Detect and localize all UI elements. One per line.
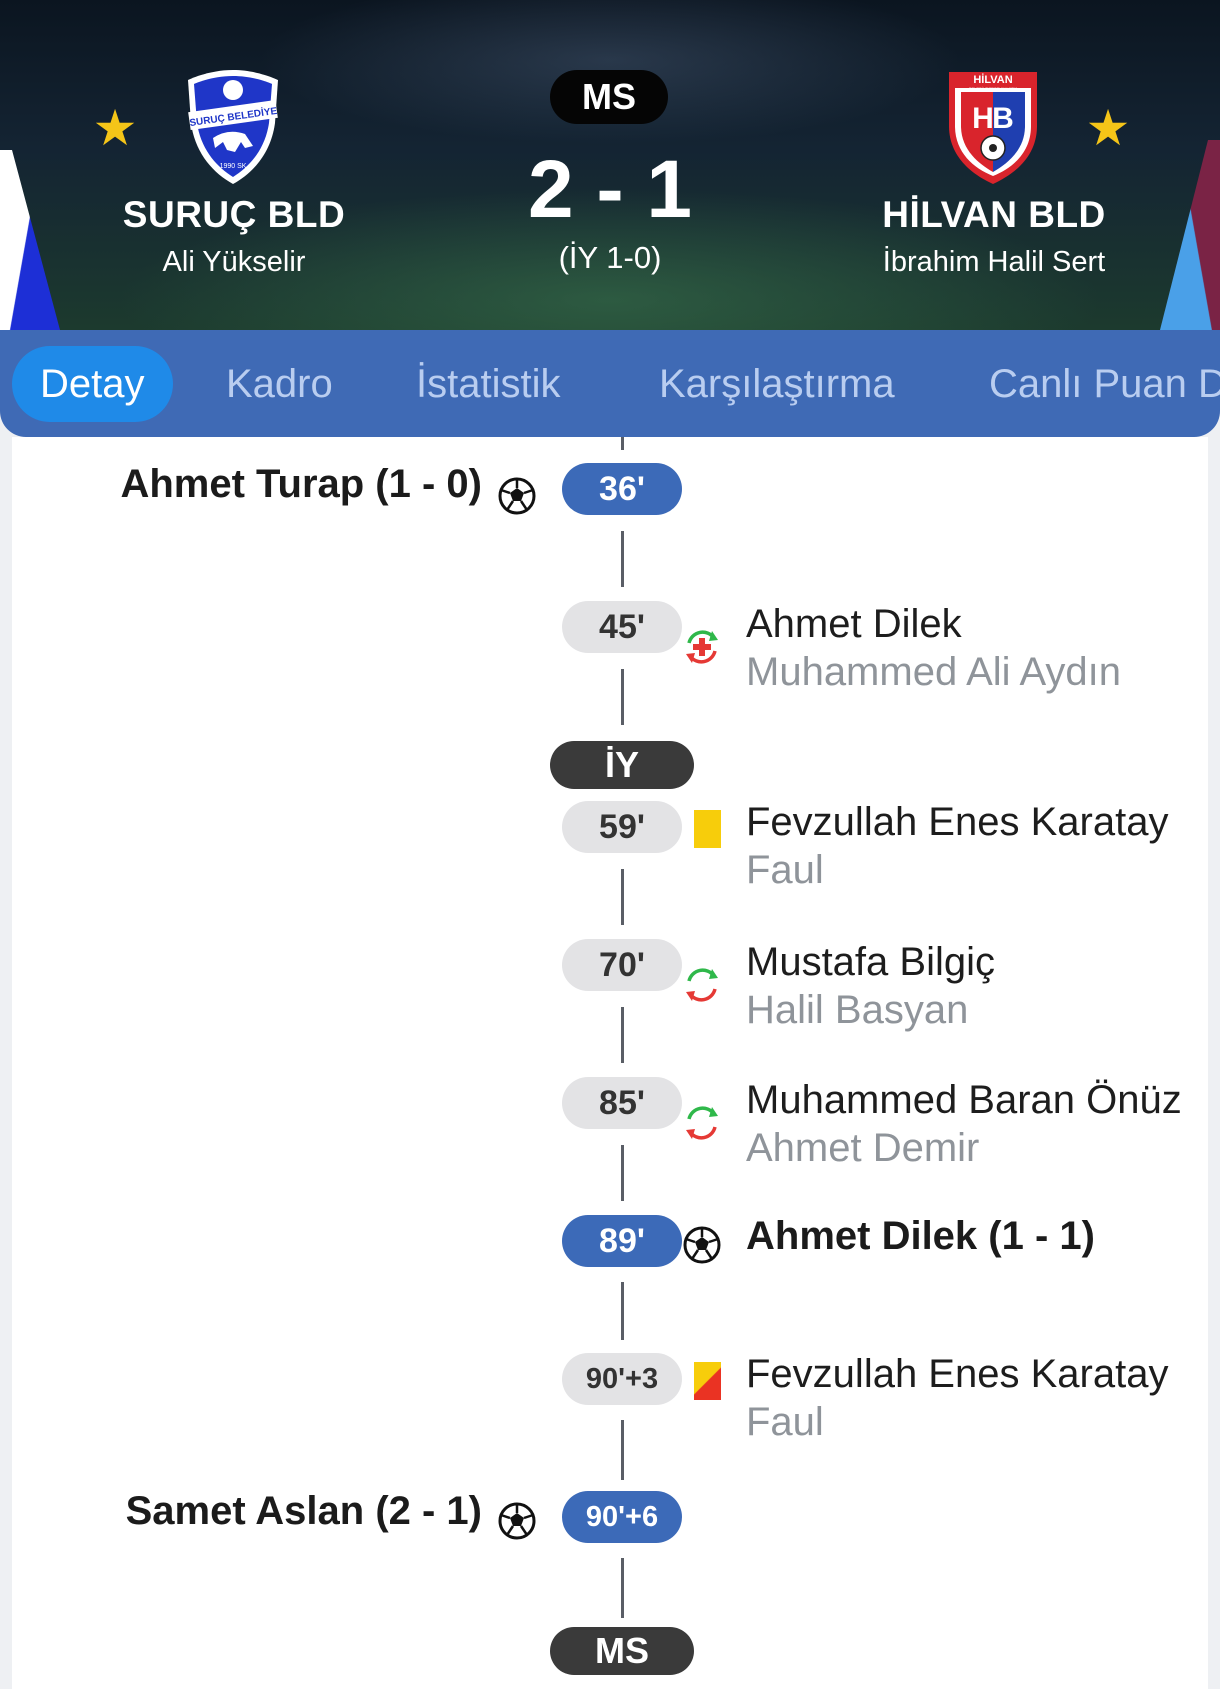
away-color-stripe	[1160, 140, 1220, 330]
home-color-stripe	[0, 150, 60, 330]
half-time-score: (İY 1-0)	[558, 240, 662, 275]
away-crest-sub: BELEDİYESPOR KULÜBÜ	[969, 86, 1017, 91]
card-reason: Faul	[746, 1400, 824, 1444]
home-crest-year: 1990 SK	[220, 163, 247, 170]
match-status-badge: MS	[550, 70, 668, 124]
event-minute: 90'+6	[562, 1491, 682, 1543]
away-coach-name: İbrahim Halil Sert	[882, 246, 1106, 278]
player-in-name[interactable]: Muhammed Baran Önüz	[746, 1078, 1182, 1123]
favorite-star-icon[interactable]: ★	[1083, 103, 1133, 153]
injury-substitution-icon	[686, 630, 718, 664]
tab-karsilastirma[interactable]: Karşılaştırma	[659, 346, 895, 422]
second-yellow-card-icon	[694, 1362, 721, 1400]
match-timeline: Ahmet Turap (1 - 0) 36' 45' Ahmet Dilek …	[12, 437, 1208, 1689]
timeline-connector	[621, 869, 624, 925]
substitution-icon	[686, 1106, 718, 1140]
event-minute: 70'	[562, 939, 682, 991]
soccer-ball-icon	[498, 477, 536, 515]
event-minute: 36'	[562, 463, 682, 515]
svg-text:H: H	[972, 102, 994, 135]
match-header: ★ ★ SURUÇ BELEDİYE 1990 SK HİLVAN BELEDİ…	[0, 0, 1220, 330]
home-coach-name: Ali Yükselir	[162, 246, 306, 278]
home-team-name[interactable]: SURUÇ BLD	[74, 194, 394, 236]
player-in-name[interactable]: Mustafa Bilgiç	[746, 940, 995, 985]
half-time-marker: İY	[550, 741, 694, 789]
soccer-ball-icon	[498, 1502, 536, 1540]
soccer-ball-icon	[683, 1226, 721, 1264]
timeline-connector	[621, 1007, 624, 1063]
home-team-crest: SURUÇ BELEDİYE 1990 SK	[188, 70, 278, 184]
svg-text:B: B	[992, 102, 1014, 135]
tab-istatistik[interactable]: İstatistik	[416, 346, 560, 422]
player-out-name[interactable]: Ahmet Demir	[746, 1126, 979, 1171]
tab-detay[interactable]: Detay	[12, 346, 173, 422]
away-team-name[interactable]: HİLVAN BLD	[834, 194, 1154, 236]
tab-canli-puan[interactable]: Canlı Puan D	[989, 346, 1220, 422]
substitution-icon	[686, 968, 718, 1002]
favorite-star-icon[interactable]: ★	[90, 103, 140, 153]
timeline-connector	[621, 1145, 624, 1201]
goal-scorer-home[interactable]: Ahmet Turap (1 - 0)	[52, 462, 482, 507]
timeline-connector	[621, 531, 624, 587]
player-in-name[interactable]: Ahmet Dilek	[746, 602, 962, 647]
event-minute: 59'	[562, 801, 682, 853]
match-score: 2 - 1	[527, 144, 693, 235]
full-time-marker: MS	[550, 1627, 694, 1675]
event-minute: 90'+3	[562, 1353, 682, 1405]
player-out-name[interactable]: Halil Basyan	[746, 988, 968, 1033]
timeline-connector	[621, 437, 624, 450]
timeline-connector	[621, 669, 624, 725]
timeline-connector	[621, 1282, 624, 1340]
goal-scorer-home[interactable]: Samet Aslan (2 - 1)	[52, 1489, 482, 1534]
goal-scorer-away[interactable]: Ahmet Dilek (1 - 1)	[746, 1214, 1095, 1259]
away-team-crest: HİLVAN BELEDİYESPOR KULÜBÜ H B	[949, 72, 1037, 184]
yellow-card-icon	[694, 810, 721, 848]
event-minute: 85'	[562, 1077, 682, 1129]
timeline-connector	[621, 1420, 624, 1480]
event-minute: 89'	[562, 1215, 682, 1267]
tab-bar: Detay Kadro İstatistik Karşılaştırma Can…	[0, 330, 1220, 437]
away-crest-text: HİLVAN	[973, 73, 1012, 86]
timeline-connector	[621, 1558, 624, 1618]
card-reason: Faul	[746, 848, 824, 892]
tab-kadro[interactable]: Kadro	[226, 346, 333, 422]
player-out-name[interactable]: Muhammed Ali Aydın	[746, 650, 1121, 695]
carded-player-name[interactable]: Fevzullah Enes Karatay	[746, 1352, 1168, 1397]
event-minute: 45'	[562, 601, 682, 653]
carded-player-name[interactable]: Fevzullah Enes Karatay	[746, 800, 1168, 845]
